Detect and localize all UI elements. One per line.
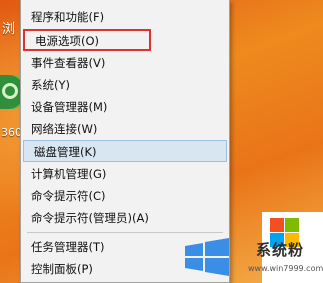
menu-item-command-prompt-admin[interactable]: 命令提示符(管理员)(A) <box>21 207 229 229</box>
menu-item-power-options[interactable]: 电源选项(O) <box>23 29 151 51</box>
menu-item-network-connections[interactable]: 网络连接(W) <box>21 118 229 140</box>
menu-item-event-viewer[interactable]: 事件查看器(V) <box>21 52 229 74</box>
watermark-brand-text: 系统粉 <box>256 241 305 259</box>
menu-item-programs-features[interactable]: 程序和功能(F) <box>21 6 229 28</box>
watermark: 系统粉 www.win7999.com <box>248 212 323 283</box>
desktop-icon-label: 360 <box>1 126 22 139</box>
desktop-icon-partial-label: 浏 <box>2 22 16 37</box>
winx-context-menu: 程序和功能(F) 电源选项(O) 事件查看器(V) 系统(Y) 设备管理器(M)… <box>20 0 230 283</box>
menu-item-system[interactable]: 系统(Y) <box>21 74 229 96</box>
menu-item-device-manager[interactable]: 设备管理器(M) <box>21 96 229 118</box>
browser-ring-icon <box>2 83 18 99</box>
windows-logo-icon <box>185 238 229 276</box>
menu-separator <box>27 232 223 233</box>
watermark-url: www.win7999.com <box>248 264 323 273</box>
menu-item-computer-management[interactable]: 计算机管理(G) <box>21 163 229 185</box>
menu-item-command-prompt[interactable]: 命令提示符(C) <box>21 185 229 207</box>
menu-item-disk-management[interactable]: 磁盘管理(K) <box>23 140 227 162</box>
